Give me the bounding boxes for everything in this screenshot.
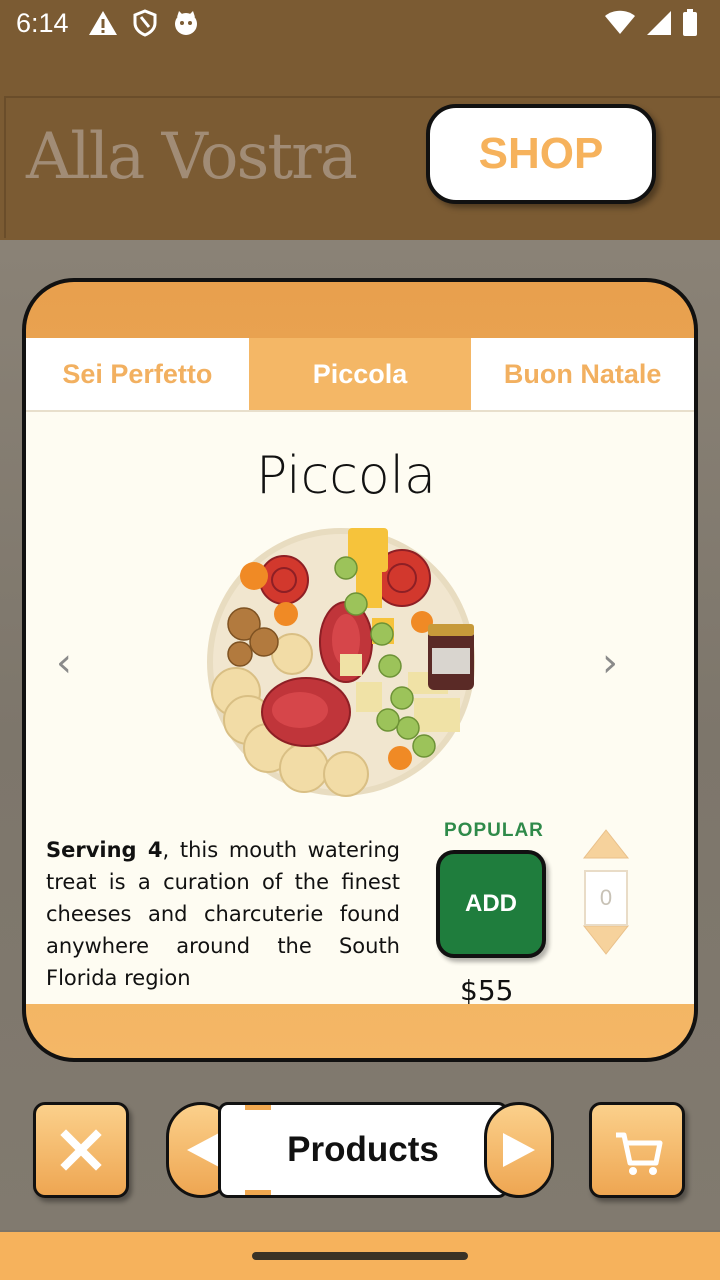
product-panel: Piccola ‹ › Serving 4, this mouth wateri… — [26, 412, 694, 1007]
product-card: Sei Perfetto Piccola Buon Natale Piccola… — [22, 278, 698, 1062]
product-price: $55 — [460, 974, 514, 1007]
cart-button[interactable] — [589, 1102, 685, 1198]
close-button[interactable] — [33, 1102, 129, 1198]
brand-logo: Alla Vostra — [26, 120, 358, 194]
product-tabs: Sei Perfetto Piccola Buon Natale — [26, 338, 694, 412]
cart-icon — [616, 1132, 663, 1175]
popular-badge: POPULAR — [444, 820, 544, 841]
system-nav-bar — [0, 1232, 720, 1280]
warning-icon — [89, 11, 117, 35]
tab-buon-natale[interactable]: Buon Natale — [471, 338, 694, 410]
quantity-input[interactable]: 0 — [584, 870, 628, 926]
products-bar[interactable]: Products — [218, 1102, 508, 1198]
close-icon — [60, 1129, 102, 1171]
wifi-icon — [605, 10, 635, 34]
cat-icon — [175, 11, 197, 35]
products-label: Products — [287, 1130, 439, 1169]
status-bar: 6:14 — [0, 0, 720, 48]
right-arrow-icon — [503, 1133, 535, 1167]
shield-icon — [133, 9, 157, 37]
product-title: Piccola — [256, 446, 436, 506]
next-button[interactable] — [484, 1102, 554, 1198]
product-description: Serving 4, this mouth watering treat is … — [46, 834, 400, 994]
description-bold: Serving 4 — [46, 838, 163, 862]
decrease-arrow-icon[interactable] — [582, 925, 630, 955]
status-time: 6:14 — [16, 8, 69, 38]
add-button[interactable]: ADD — [436, 850, 546, 958]
previous-arrow-icon[interactable]: ‹ — [56, 640, 72, 686]
battery-icon — [683, 9, 697, 36]
next-arrow-icon[interactable]: › — [602, 640, 618, 686]
tab-sei-perfetto[interactable]: Sei Perfetto — [26, 338, 249, 410]
tab-piccola[interactable]: Piccola — [248, 338, 472, 410]
shop-button[interactable]: SHOP — [426, 104, 656, 204]
home-indicator[interactable] — [252, 1252, 468, 1260]
product-image — [207, 528, 475, 797]
signal-icon — [647, 11, 671, 35]
increase-arrow-icon[interactable] — [582, 829, 630, 859]
